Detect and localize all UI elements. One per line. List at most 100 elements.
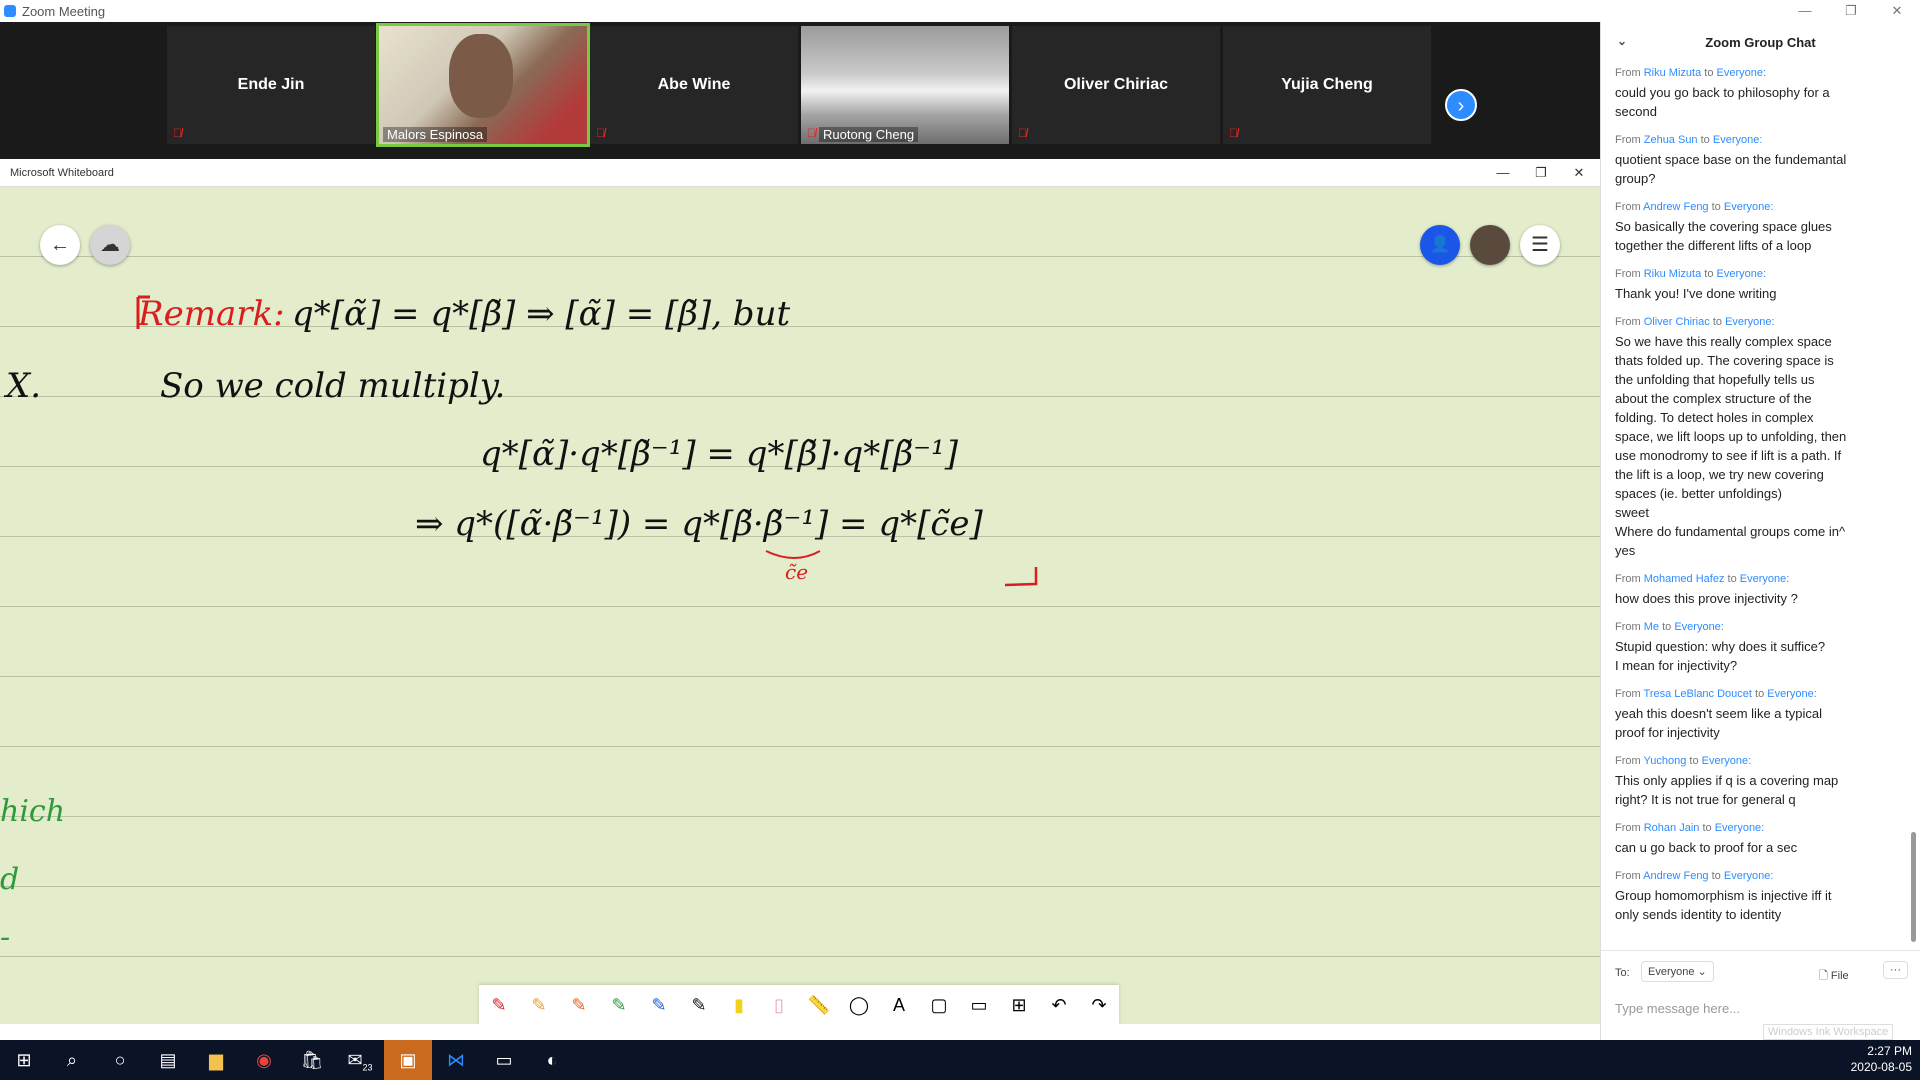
ruler-icon[interactable]: 📏 [804,989,834,1021]
participant-tile-speaking[interactable]: Malors Espinosa [376,23,590,147]
participant-tile[interactable]: Ruotong Cheng 🎙̸ [801,26,1009,144]
lasso-icon[interactable]: ◯ [844,989,874,1021]
cortana-icon[interactable]: ○ [96,1040,144,1080]
add-icon[interactable]: ⊞ [1004,989,1034,1021]
vscode-icon[interactable]: ⋈ [432,1040,480,1080]
message-text: folding. To detect holes in complex [1615,410,1814,425]
message-text: could you go back to philosophy for a [1615,85,1830,100]
whiteboard-window: Microsoft Whiteboard — ❐ ✕ ← ☁ 👤 ☰ Remar… [0,159,1600,1024]
participant-tile[interactable]: Yujia Cheng 🎙̸ [1223,26,1431,144]
chat-message: From Me to Everyone: Stupid question: why… [1615,618,1897,675]
taskbar: ⊞ ⌕ ○ ▤ ▆ ◉ 🛍 ✉23 ▣ ⋈ ▭ ◐ 2:27 PM 2020-0… [0,1040,1920,1080]
window-controls: — ❐ ✕ [1782,0,1920,22]
black-pen-icon[interactable]: ✎ [684,989,714,1021]
window-title: Zoom Meeting [22,3,106,19]
message-sender: From Zehua Sun to Everyone: [1615,134,1763,146]
participant-tile[interactable]: Abe Wine 🎙̸ [590,26,798,144]
message-text: right? It is not true for general q [1615,792,1796,807]
text-icon[interactable]: A [884,989,914,1021]
note-icon[interactable]: ▢ [924,989,954,1021]
terminal-icon[interactable]: ▭ [480,1040,528,1080]
green-pen-icon[interactable]: ✎ [604,989,634,1021]
wb-close-button[interactable]: ✕ [1560,159,1598,187]
message-sender: From Rohan Jain to Everyone: [1615,822,1765,834]
image-icon[interactable]: ▭ [964,989,994,1021]
message-text: quotient space base on the fundemantal [1615,152,1847,167]
ce-label: c̃e [785,560,808,584]
chevron-down-icon[interactable]: ⌄ [1617,34,1627,48]
restore-button[interactable]: ❐ [1828,0,1874,22]
to-label: To: [1615,967,1630,979]
next-page-button[interactable]: › [1445,89,1477,121]
redo-icon[interactable]: ↷ [1084,989,1114,1021]
orange-red-pen-icon[interactable]: ✎ [564,989,594,1021]
message-sender: From Riku Mizuta to Everyone: [1615,268,1767,280]
chat-scrollbar[interactable] [1911,832,1916,942]
wb-minimize-button[interactable]: — [1484,159,1522,187]
wb-restore-button[interactable]: ❐ [1522,159,1560,187]
blue-pen-icon[interactable]: ✎ [644,989,674,1021]
chat-message: From Andrew Feng to Everyone: So basicall… [1615,198,1897,255]
minimize-button[interactable]: — [1782,0,1828,22]
message-text: the unfolding that hopefully tells us [1615,372,1815,387]
chat-title: Zoom Group Chat [1705,34,1816,50]
clock-date: 2020-08-05 [1850,1060,1912,1074]
message-text: So basically the covering space glues [1615,219,1832,234]
message-text: Thank you! I've done writing [1615,286,1777,301]
margin-text: hich [0,794,65,829]
mic-muted-icon: 🎙̸ [596,126,605,140]
message-text: sweet [1615,505,1649,520]
participant-video [449,34,513,118]
chat-message: From Rohan Jain to Everyone: can u go bac… [1615,819,1897,857]
chat-input[interactable]: Type message here... [1615,1001,1905,1016]
message-sender: From Tresa LeBlanc Doucet to Everyone: [1615,688,1817,700]
message-text: proof for injectivity [1615,725,1720,740]
more-button[interactable]: ··· [1883,961,1908,979]
system-tray: 2:27 PM 2020-08-05 [1851,1043,1912,1075]
highlighter-icon[interactable]: ▮ [724,989,754,1021]
clock-time: 2:27 PM [1867,1044,1912,1058]
participant-tile[interactable]: Ende Jin 🎙̸ [167,26,375,144]
participant-name: Abe Wine [657,76,731,93]
file-button[interactable]: 🗋 File [1819,967,1849,986]
whiteboard-app-icon[interactable]: ◐ [528,1040,576,1080]
margin-text: d [0,862,19,897]
participant-name: Ruotong Cheng [819,127,919,142]
search-icon[interactable]: ⌕ [48,1040,96,1080]
message-text: second [1615,104,1657,119]
message-text: yes [1615,543,1636,558]
chat-message: From Andrew Feng to Everyone: Group homom… [1615,867,1897,924]
start-icon[interactable]: ⊞ [0,1040,48,1080]
so-multiply-text: So we cold multiply. [160,366,505,406]
participant-gallery: Ende Jin 🎙̸ Malors Espinosa Abe Wine 🎙̸ … [0,22,1600,159]
mic-muted-icon: 🎙̸ [173,126,182,140]
message-text: group? [1615,171,1656,186]
chat-message: From Riku Mizuta to Everyone: Thank you! … [1615,265,1897,303]
eraser-icon[interactable]: ▯ [764,989,794,1021]
task-view-icon[interactable]: ▤ [144,1040,192,1080]
file-explorer-icon[interactable]: ▆ [192,1040,240,1080]
ink-toolbar: ✎ ✎ ✎ ✎ ✎ ✎ ▮ ▯ 📏 ◯ A ▢ ▭ ⊞ ↶ ↷ [479,985,1119,1024]
mic-muted-icon: 🎙̸ [1018,126,1027,140]
message-text: yeah this doesn't seem like a typical [1615,706,1822,721]
message-sender: From Andrew Feng to Everyone: [1615,201,1774,213]
recipient-select[interactable]: Everyone ⌄ [1641,961,1714,982]
message-sender: From Andrew Feng to Everyone: [1615,870,1774,882]
orange-pen-icon[interactable]: ✎ [524,989,554,1021]
close-button[interactable]: ✕ [1874,0,1920,22]
mail-icon[interactable]: ✉23 [336,1040,384,1080]
red-pen-icon[interactable]: ✎ [484,989,514,1021]
chrome-icon[interactable]: ◉ [240,1040,288,1080]
message-sender: From Oliver Chiriac to Everyone: [1615,316,1775,328]
message-text: only sends identity to identity [1615,907,1782,922]
chat-message: From Riku Mizuta to Everyone: could you g… [1615,64,1897,121]
undo-icon[interactable]: ↶ [1044,989,1074,1021]
message-text: Group homomorphism is injective iff it [1615,888,1832,903]
participant-tile[interactable]: Oliver Chiriac 🎙̸ [1012,26,1220,144]
store-icon[interactable]: 🛍 [288,1040,336,1080]
zoom-app-icon[interactable]: ▣ [384,1040,432,1080]
chat-messages[interactable]: From Riku Mizuta to Everyone: could you g… [1601,64,1911,930]
margin-x: X. [3,366,41,406]
equation-line1: q*[α̃] = q*[β̃] ⇒ [α̃] = [β̃], but [292,294,790,334]
chat-message: From Mohamed Hafez to Everyone: how does … [1615,570,1897,608]
